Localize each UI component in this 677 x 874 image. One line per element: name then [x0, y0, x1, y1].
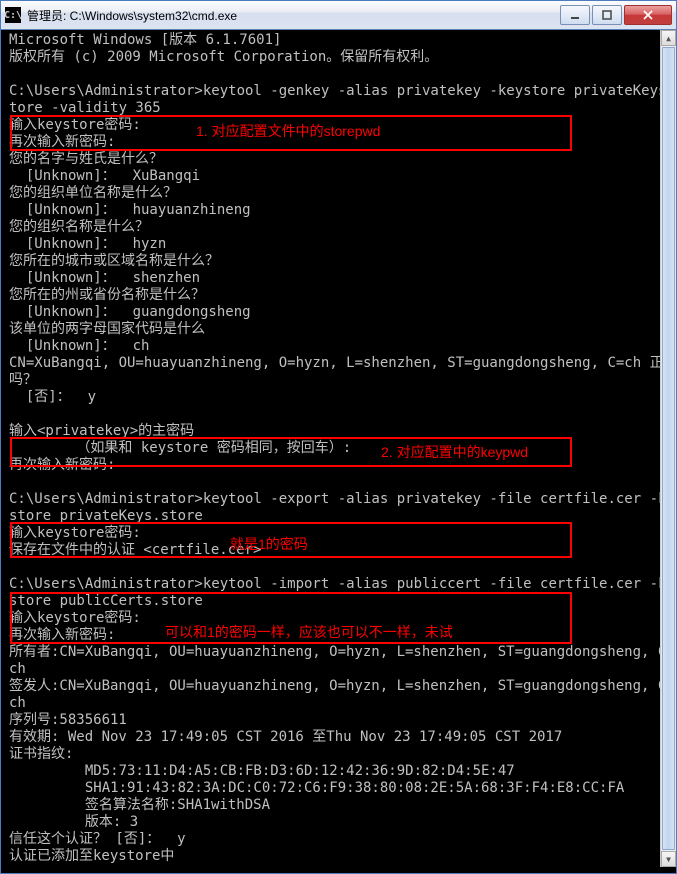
- terminal-line: （如果和 keystore 密码相同，按回车）:: [9, 440, 670, 457]
- terminal-line: CN=XuBangqi, OU=huayuanzhineng, O=hyzn, …: [9, 355, 670, 372]
- annotation-label: 1. 对应配置文件中的storepwd: [196, 121, 380, 141]
- terminal-line: tore -validity 365: [9, 100, 670, 117]
- terminal-line: 您的组织名称是什么？: [9, 219, 670, 236]
- minimize-button[interactable]: [560, 5, 590, 25]
- scroll-up-button[interactable]: ▲: [661, 30, 676, 46]
- terminal-line: store privateKeys.store: [9, 508, 670, 525]
- titlebar[interactable]: C:\ 管理员: C:\Windows\system32\cmd.exe: [1, 1, 676, 30]
- annotation-label: 就是1的密码: [230, 534, 308, 554]
- terminal-line: C:\Users\Administrator>keytool -genkey -…: [9, 83, 670, 100]
- terminal-line: 输入<privatekey>的主密码: [9, 423, 670, 440]
- terminal-line: [9, 474, 670, 491]
- annotation-label: 可以和1的密码一样，应该也可以不一样，未试: [165, 622, 453, 642]
- terminal-line: 序列号:58356611: [9, 712, 670, 729]
- terminal-line: ch: [9, 661, 670, 678]
- terminal-line: ch: [9, 695, 670, 712]
- terminal-line: 证书指纹:: [9, 746, 670, 763]
- terminal-line: SHA1:91:43:82:3A:DC:C0:72:C6:F9:38:80:08…: [9, 780, 670, 797]
- terminal-line: 您的组织单位名称是什么？: [9, 185, 670, 202]
- terminal-line: [否]： y: [9, 389, 670, 406]
- terminal-line: 认证已添加至keystore中: [9, 848, 670, 865]
- scroll-thumb[interactable]: [662, 47, 675, 850]
- terminal-line: [Unknown]： guangdongsheng: [9, 304, 670, 321]
- terminal-line: 版本: 3: [9, 814, 670, 831]
- terminal-line: 保存在文件中的认证 <certfile.cer>: [9, 542, 670, 559]
- terminal-line: MD5:73:11:D4:A5:CB:FB:D3:6D:12:42:36:9D:…: [9, 763, 670, 780]
- terminal-line: 输入keystore密码:: [9, 525, 670, 542]
- terminal-line: [Unknown]： huayuanzhineng: [9, 202, 670, 219]
- terminal-output[interactable]: Microsoft Windows [版本 6.1.7601]版权所有 (c) …: [7, 30, 670, 867]
- terminal-line: 签发人:CN=XuBangqi, OU=huayuanzhineng, O=hy…: [9, 678, 670, 695]
- scroll-down-button[interactable]: ▼: [661, 851, 676, 867]
- terminal-line: 吗？: [9, 372, 670, 389]
- terminal-line: 该单位的两字母国家代码是什么: [9, 321, 670, 338]
- terminal-line: 有效期: Wed Nov 23 17:49:05 CST 2016 至Thu N…: [9, 729, 670, 746]
- annotation-label: 2. 对应配置中的keypwd: [381, 442, 528, 462]
- terminal-line: [9, 66, 670, 83]
- window-title: 管理员: C:\Windows\system32\cmd.exe: [27, 7, 558, 24]
- terminal-line: [9, 406, 670, 423]
- terminal-line: 再次输入新密码:: [9, 457, 670, 474]
- terminal-line: 所有者:CN=XuBangqi, OU=huayuanzhineng, O=hy…: [9, 644, 670, 661]
- terminal-line: [Unknown]： hyzn: [9, 236, 670, 253]
- cmd-window: C:\ 管理员: C:\Windows\system32\cmd.exe Mic…: [0, 0, 677, 874]
- app-icon: C:\: [5, 7, 21, 23]
- maximize-button[interactable]: [592, 5, 622, 25]
- terminal-line: 您所在的城市或区域名称是什么？: [9, 253, 670, 270]
- terminal-line: 信任这个认证？ [否]： y: [9, 831, 670, 848]
- window-buttons: [558, 5, 672, 25]
- close-button[interactable]: [624, 5, 672, 25]
- terminal-line: [9, 559, 670, 576]
- terminal-line: 您所在的州或省份名称是什么？: [9, 287, 670, 304]
- terminal-line: [Unknown]： XuBangqi: [9, 168, 670, 185]
- terminal-line: [Unknown]： ch: [9, 338, 670, 355]
- terminal-line: store publicCerts.store: [9, 593, 670, 610]
- terminal-line: 签名算法名称:SHA1withDSA: [9, 797, 670, 814]
- terminal-line: 版权所有 (c) 2009 Microsoft Corporation。保留所有…: [9, 49, 670, 66]
- scrollbar[interactable]: ▲ ▼: [660, 30, 676, 867]
- terminal-line: 您的名字与姓氏是什么？: [9, 151, 670, 168]
- terminal-line: C:\Users\Administrator>keytool -import -…: [9, 576, 670, 593]
- terminal-line: C:\Users\Administrator>keytool -export -…: [9, 491, 670, 508]
- terminal-line: [9, 865, 670, 867]
- terminal-line: [Unknown]： shenzhen: [9, 270, 670, 287]
- terminal-line: Microsoft Windows [版本 6.1.7601]: [9, 32, 670, 49]
